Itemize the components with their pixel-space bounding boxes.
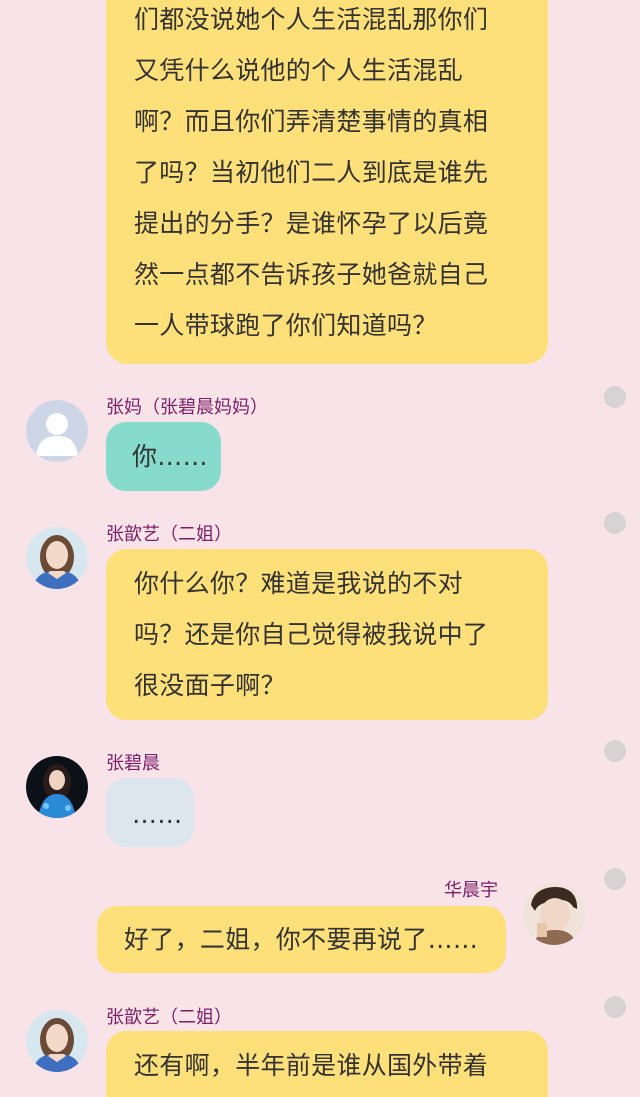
sender-name: 张妈（张碧晨妈妈） bbox=[106, 397, 268, 418]
message-menu-dot[interactable] bbox=[604, 740, 626, 762]
avatar[interactable] bbox=[26, 756, 88, 818]
message-bubble[interactable]: 你…… bbox=[106, 422, 221, 491]
woman-portrait-icon bbox=[26, 1010, 88, 1072]
sender-name: 张歆艺（二姐） bbox=[106, 1007, 232, 1028]
message-bubble[interactable]: …… bbox=[106, 778, 194, 847]
avatar[interactable] bbox=[523, 883, 585, 945]
sender-name: 张碧晨 bbox=[106, 753, 160, 774]
sender-name: 华晨宇 bbox=[444, 880, 498, 901]
default-user-icon bbox=[26, 400, 88, 462]
young-man-icon bbox=[523, 883, 585, 945]
message-bubble[interactable]: 好了，二姐，你不要再说了…… bbox=[97, 906, 506, 973]
chat-conversation: 们都没说她个人生活混乱那你们 又凭什么说他的个人生活混乱 啊？而且你们弄清楚事情… bbox=[0, 0, 640, 1097]
woman-portrait-icon bbox=[26, 527, 88, 589]
avatar[interactable] bbox=[26, 1010, 88, 1072]
avatar[interactable] bbox=[26, 400, 88, 462]
woman-blue-dress-icon bbox=[26, 756, 88, 818]
message-menu-dot[interactable] bbox=[604, 868, 626, 890]
message-menu-dot[interactable] bbox=[604, 512, 626, 534]
sender-name: 张歆艺（二姐） bbox=[106, 524, 232, 545]
message-menu-dot[interactable] bbox=[604, 996, 626, 1018]
message-menu-dot[interactable] bbox=[604, 386, 626, 408]
message-bubble[interactable]: 还有啊，半年前是谁从国外带着 bbox=[106, 1031, 548, 1097]
message-bubble[interactable]: 你什么你？难道是我说的不对 吗？还是你自己觉得被我说中了 很没面子啊？ bbox=[106, 549, 548, 720]
message-bubble[interactable]: 们都没说她个人生活混乱那你们 又凭什么说他的个人生活混乱 啊？而且你们弄清楚事情… bbox=[106, 0, 548, 364]
avatar[interactable] bbox=[26, 527, 88, 589]
